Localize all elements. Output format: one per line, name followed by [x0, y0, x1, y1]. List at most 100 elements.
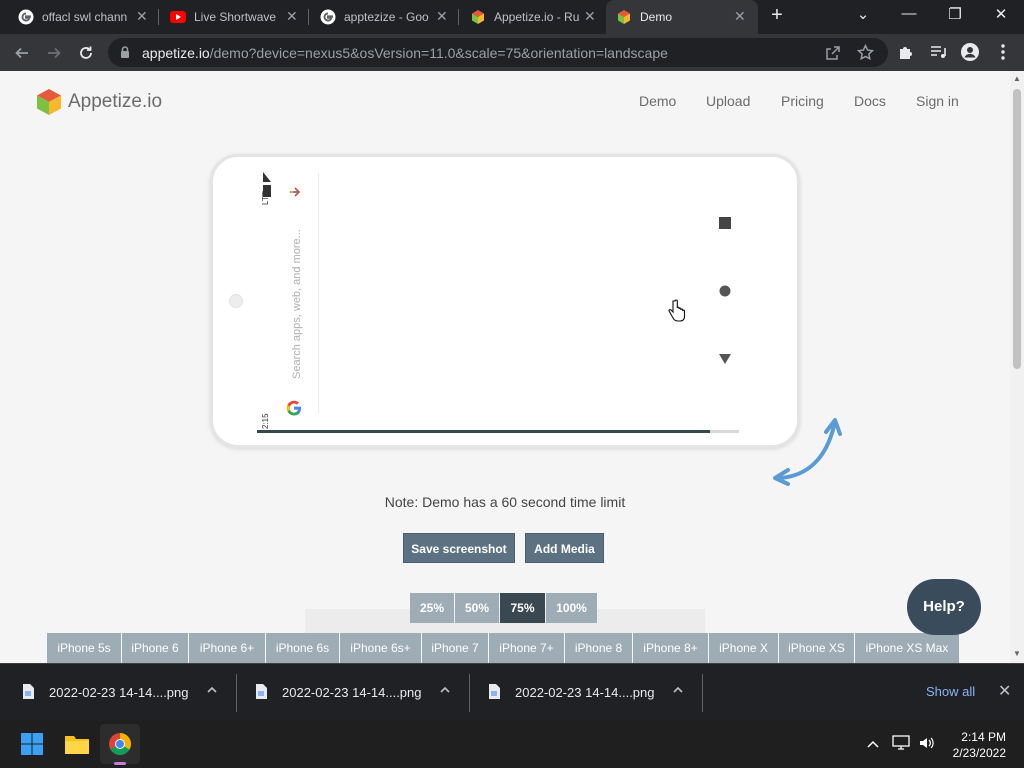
browser-toolbar: appetize.io/demo?device=nexus5&osVersion…: [0, 34, 1024, 71]
appetize-cube-icon: [472, 10, 484, 24]
close-tab-icon[interactable]: ✕: [584, 8, 596, 25]
close-tab-icon[interactable]: ✕: [436, 8, 448, 25]
device-iphone-6[interactable]: iPhone 6: [122, 633, 189, 663]
google-g-icon: [18, 9, 34, 25]
device-iphone-x[interactable]: iPhone X: [709, 633, 779, 663]
tab-offacl[interactable]: offacl swl chann ✕: [8, 0, 158, 34]
device-iphone-8[interactable]: iPhone 8: [565, 633, 633, 663]
bookmark-star-icon[interactable]: [857, 44, 874, 61]
restore-button[interactable]: ❐: [932, 5, 978, 23]
site-logo[interactable]: Appetize.io: [34, 87, 162, 117]
device-iphone-xs[interactable]: iPhone XS: [779, 633, 855, 663]
microphone-icon[interactable]: [287, 185, 301, 199]
device-iphone-7-plus[interactable]: iPhone 7+: [489, 633, 565, 663]
download-item[interactable]: 2022-02-23 14-14....png: [0, 664, 236, 721]
show-all-downloads-link[interactable]: Show all: [926, 684, 975, 699]
status-time: 2:15: [261, 413, 270, 429]
device-iphone-5s[interactable]: iPhone 5s: [47, 633, 122, 663]
web-page: Appetize.io Demo Upload Pricing Docs Sig…: [0, 71, 1010, 663]
page-scrollbar[interactable]: ▲ ▼: [1010, 71, 1024, 663]
rotate-device-icon[interactable]: [770, 414, 842, 486]
google-logo-icon: [286, 400, 301, 416]
save-screenshot-button[interactable]: Save screenshot: [403, 533, 515, 563]
url-text: appetize.io/demo?device=nexus5&osVersion…: [142, 45, 668, 61]
nav-sign-in[interactable]: Sign in: [916, 93, 959, 109]
device-iphone-6-plus[interactable]: iPhone 6+: [189, 633, 266, 663]
nav-docs[interactable]: Docs: [854, 93, 886, 109]
zoom-75[interactable]: 75%: [500, 593, 545, 623]
tab-title: Demo: [640, 10, 673, 24]
url-path: /demo?device=nexus5&osVersion=11.0&scale…: [209, 45, 668, 61]
reload-button[interactable]: [74, 41, 98, 65]
chevron-up-icon[interactable]: [439, 684, 451, 696]
chevron-up-icon[interactable]: [672, 684, 684, 696]
arrow-left-icon: [15, 47, 28, 59]
recents-square-icon[interactable]: [719, 217, 731, 229]
clock-time: 2:14 PM: [961, 730, 1006, 744]
new-tab-button[interactable]: +: [754, 4, 800, 27]
download-item[interactable]: 2022-02-23 14-14....png: [233, 664, 469, 721]
taskbar-chrome[interactable]: [100, 724, 140, 765]
scrollbar-thumb[interactable]: [1013, 89, 1021, 369]
tab-divider: [458, 9, 459, 25]
appetize-cube-icon: [37, 89, 61, 115]
windows-taskbar: 2:14 PM 2/23/2022: [0, 720, 1024, 768]
device-iphone-6s-plus[interactable]: iPhone 6s+: [340, 633, 422, 663]
zoom-25[interactable]: 25%: [410, 593, 454, 623]
status-network: LTE: [261, 190, 270, 205]
address-bar[interactable]: appetize.io/demo?device=nexus5&osVersion…: [108, 38, 888, 67]
forward-button[interactable]: [42, 41, 66, 65]
chevron-up-icon[interactable]: [206, 684, 218, 696]
active-app-indicator: [114, 762, 126, 765]
back-triangle-icon[interactable]: [719, 353, 731, 365]
download-item[interactable]: 2022-02-23 14-14....png: [466, 664, 702, 721]
system-clock[interactable]: 2:14 PM 2/23/2022: [948, 729, 1006, 761]
device-iphone-6s[interactable]: iPhone 6s: [266, 633, 340, 663]
zoom-50[interactable]: 50%: [455, 593, 499, 623]
tab-live-shortwave[interactable]: Live Shortwave ✕: [160, 0, 308, 34]
nav-upload[interactable]: Upload: [706, 93, 750, 109]
tab-apptezize-search[interactable]: apptezize - Goo ✕: [310, 0, 458, 34]
search-placeholder: Search apps, web, and more...: [291, 229, 303, 379]
lock-icon: [121, 46, 129, 58]
nav-pricing[interactable]: Pricing: [781, 93, 824, 109]
close-tab-icon[interactable]: ✕: [286, 8, 298, 25]
window-close-button[interactable]: ✕: [978, 5, 1024, 23]
nav-demo[interactable]: Demo: [639, 93, 676, 109]
device-iphone-xs-max[interactable]: iPhone XS Max: [855, 633, 960, 663]
device-screen[interactable]: 2:15 LTE Search apps, web, and more...: [257, 169, 739, 433]
help-chat-button[interactable]: Help?: [907, 579, 981, 635]
appetize-cube-icon: [618, 10, 630, 24]
zoom-100[interactable]: 100%: [546, 593, 597, 623]
close-tab-icon[interactable]: ✕: [136, 8, 148, 25]
share-icon[interactable]: [825, 45, 841, 61]
chevron-up-icon[interactable]: [866, 737, 880, 751]
tab-demo[interactable]: Demo ✕: [606, 0, 758, 34]
device-iphone-8-plus[interactable]: iPhone 8+: [633, 633, 709, 663]
media-playlist-icon[interactable]: [929, 43, 947, 61]
back-button[interactable]: [10, 41, 34, 65]
file-icon: [256, 684, 267, 699]
add-media-button[interactable]: Add Media: [525, 533, 604, 563]
youtube-icon: [170, 11, 186, 23]
scroll-down-icon[interactable]: ▼: [1013, 649, 1021, 658]
volume-icon[interactable]: [918, 735, 936, 751]
progress-fill: [257, 430, 711, 433]
start-button[interactable]: [12, 724, 52, 764]
tab-title: Appetize.io - Ru: [494, 10, 580, 24]
extensions-puzzle-icon[interactable]: [897, 43, 915, 61]
profile-avatar-icon[interactable]: [960, 42, 980, 62]
tab-search-button[interactable]: ⌄: [840, 5, 886, 23]
tab-appetize-run[interactable]: Appetize.io - Ru ✕: [460, 0, 606, 34]
download-divider: [702, 674, 703, 712]
minimize-button[interactable]: —: [886, 5, 932, 22]
google-search-bar[interactable]: Search apps, web, and more...: [281, 173, 319, 416]
home-circle-icon[interactable]: [719, 285, 731, 297]
scroll-up-icon[interactable]: ▲: [1013, 74, 1021, 83]
close-shelf-icon[interactable]: ✕: [998, 681, 1011, 701]
network-monitor-icon[interactable]: [892, 735, 910, 751]
close-tab-icon[interactable]: ✕: [734, 8, 746, 25]
taskbar-file-explorer[interactable]: [57, 724, 97, 764]
device-iphone-7[interactable]: iPhone 7: [422, 633, 489, 663]
kebab-menu-icon[interactable]: [996, 43, 1010, 61]
